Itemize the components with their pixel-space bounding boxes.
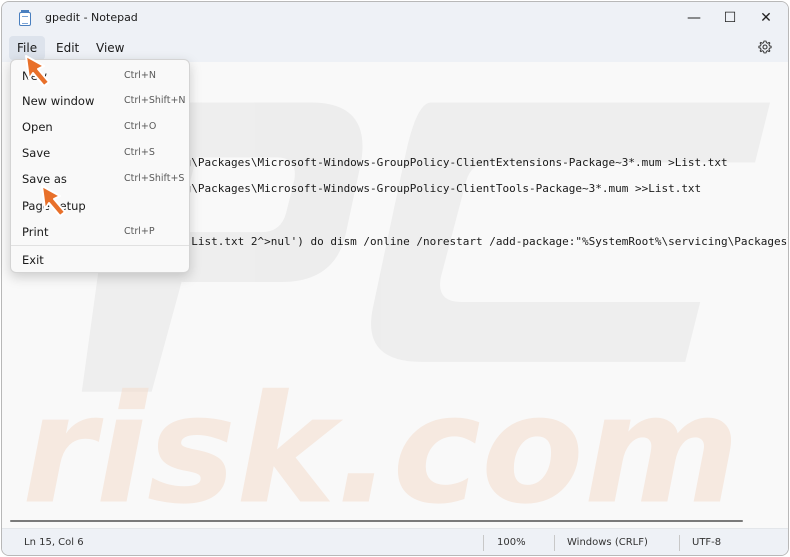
code-line-2: ng\Packages\Microsoft-Windows-GroupPolic… xyxy=(178,182,702,195)
pointer-arrow-icon xyxy=(41,185,66,217)
svg-text:risk.com: risk.com xyxy=(22,363,740,524)
status-divider xyxy=(554,535,555,551)
menu-item-exit[interactable]: Exit xyxy=(15,248,187,272)
menu-item-shortcut: Ctrl+S xyxy=(124,147,155,158)
menu-divider xyxy=(11,245,189,246)
menu-item-label: Save xyxy=(22,146,51,160)
menu-item-label: Print xyxy=(22,225,49,239)
menu-item-open[interactable]: Open Ctrl+O xyxy=(15,115,187,139)
menu-view[interactable]: View xyxy=(88,36,132,60)
notepad-icon xyxy=(19,10,31,26)
menu-item-new-window[interactable]: New window Ctrl+Shift+N xyxy=(15,89,187,113)
zoom-level: 100% xyxy=(497,537,526,548)
code-line-1: ng\Packages\Microsoft-Windows-GroupPolic… xyxy=(178,156,728,169)
menu-item-label: New window xyxy=(22,94,95,108)
menu-bar: File Edit View xyxy=(2,34,788,62)
menu-item-label: Open xyxy=(22,120,53,134)
menu-item-shortcut: Ctrl+P xyxy=(124,226,155,237)
code-line-3: . List.txt 2^>nul') do dism /online /nor… xyxy=(178,235,788,248)
status-divider xyxy=(679,535,680,551)
encoding: UTF-8 xyxy=(692,537,722,548)
cursor-position: Ln 15, Col 6 xyxy=(24,537,84,548)
horizontal-scrollbar[interactable] xyxy=(10,520,743,522)
menu-item-shortcut: Ctrl+Shift+S xyxy=(124,173,185,184)
maximize-button[interactable]: ☐ xyxy=(712,2,748,34)
close-button[interactable]: ✕ xyxy=(748,2,784,34)
menu-item-label: Exit xyxy=(22,253,44,267)
pointer-arrow-icon xyxy=(25,55,50,87)
status-divider xyxy=(483,535,484,551)
title-bar: gpedit - Notepad — ☐ ✕ xyxy=(2,2,788,34)
status-bar: Ln 15, Col 6 100% Windows (CRLF) UTF-8 xyxy=(2,528,788,555)
menu-item-shortcut: Ctrl+Shift+N xyxy=(124,95,186,106)
minimize-button[interactable]: — xyxy=(676,2,712,34)
window-title: gpedit - Notepad xyxy=(45,11,138,24)
menu-item-print[interactable]: Print Ctrl+P xyxy=(15,220,187,244)
menu-item-save[interactable]: Save Ctrl+S xyxy=(15,141,187,165)
menu-item-shortcut: Ctrl+O xyxy=(124,121,157,132)
menu-item-shortcut: Ctrl+N xyxy=(124,70,156,81)
line-endings: Windows (CRLF) xyxy=(567,537,648,548)
gear-icon[interactable] xyxy=(758,40,772,54)
